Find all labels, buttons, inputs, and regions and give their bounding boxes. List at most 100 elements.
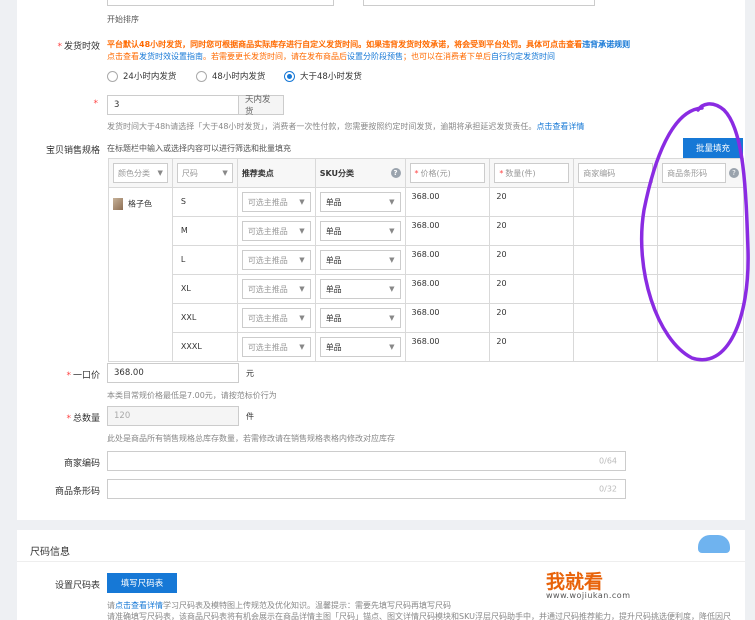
- qty-cell[interactable]: 20: [489, 216, 575, 246]
- qty-cell[interactable]: 20: [489, 332, 575, 362]
- selling-point-select[interactable]: 可选主推品 ▼: [241, 250, 311, 270]
- col-size: 尺码 ▼: [171, 158, 238, 188]
- cloud-icon: [698, 535, 730, 553]
- size-chart-label: 设置尺码表: [54, 581, 100, 591]
- days-label: *: [93, 99, 99, 109]
- days-suffix: 天内发货: [238, 95, 284, 117]
- selling-point-select[interactable]: 可选主推品 ▼: [241, 308, 311, 328]
- custom-ship-link[interactable]: 自行约定发货时间: [491, 52, 555, 61]
- ship-guide-link[interactable]: 发货时效设置指南: [139, 52, 203, 61]
- ship-note: 发货时间大于48h请选择「大于48小时发货」，消费者一次性付款，您需要按照约定时…: [107, 122, 585, 131]
- qty-batch-input[interactable]: * 数量(件): [494, 163, 570, 183]
- price-cell[interactable]: 368.00: [404, 245, 491, 275]
- top-input-right[interactable]: [363, 0, 595, 6]
- total-label: * 总数量: [66, 414, 100, 424]
- color-cell: 格子色: [108, 187, 173, 362]
- qty-cell[interactable]: 20: [489, 245, 575, 275]
- watermark: 我就看 www.wojiukan.com: [520, 565, 720, 603]
- selling-point-select[interactable]: 可选主推品 ▼: [241, 192, 311, 212]
- chevron-down-icon: ▼: [222, 169, 228, 177]
- sku-type-select[interactable]: 单品 ▼: [319, 337, 401, 357]
- size-detail-link[interactable]: 点击查看详情: [115, 601, 163, 610]
- selling-point-cell: 可选主推品 ▼: [236, 303, 316, 333]
- chevron-down-icon: ▼: [299, 198, 305, 206]
- merchant-code-label: 商家编码: [63, 459, 100, 469]
- selling-point-cell: 可选主推品 ▼: [236, 245, 316, 275]
- radio-24h[interactable]: 24小时内发货: [107, 70, 176, 82]
- watermark-brand: 我就看: [546, 571, 604, 593]
- price-note: 本类目常规价格最低是7.00元，请按范标价行为: [107, 391, 277, 400]
- ship-label: * 发货时效: [57, 42, 100, 52]
- chevron-down-icon: ▼: [389, 227, 395, 235]
- price-cell[interactable]: 368.00: [404, 332, 491, 362]
- price-input[interactable]: 368.00: [107, 363, 239, 383]
- section-divider: [17, 561, 745, 562]
- chevron-down-icon: ▼: [389, 198, 395, 206]
- size-cell: XXL: [171, 303, 238, 333]
- size-cell: XL: [171, 274, 238, 304]
- selling-point-cell: 可选主推品 ▼: [236, 216, 316, 246]
- size-cell: L: [171, 245, 238, 275]
- chevron-down-icon: ▼: [157, 169, 163, 177]
- selling-point-select[interactable]: 可选主推品 ▼: [241, 279, 311, 299]
- size-cell: S: [171, 187, 238, 217]
- total-unit: 件: [246, 412, 254, 421]
- sku-type-cell: 单品 ▼: [314, 303, 406, 333]
- qty-cell[interactable]: 20: [489, 187, 575, 217]
- presale-link[interactable]: 设置分阶段预售: [347, 52, 403, 61]
- sku-type-select[interactable]: 单品 ▼: [319, 308, 401, 328]
- total-input: 120: [107, 406, 239, 426]
- radio-gt48h[interactable]: 大于48小时发货: [284, 70, 362, 82]
- sku-type-select[interactable]: 单品 ▼: [319, 250, 401, 270]
- sku-type-select[interactable]: 单品 ▼: [319, 221, 401, 241]
- col-sku-type: SKU分类?: [314, 158, 406, 188]
- size-cell: M: [171, 216, 238, 246]
- qty-cell[interactable]: 20: [489, 274, 575, 304]
- qty-cell[interactable]: 20: [489, 303, 575, 333]
- merchant-code-input[interactable]: 0/64: [107, 451, 626, 471]
- selling-point-cell: 可选主推品 ▼: [236, 187, 316, 217]
- watermark-url: www.wojiukan.com: [546, 591, 631, 600]
- selling-point-cell: 可选主推品 ▼: [236, 274, 316, 304]
- price-cell[interactable]: 368.00: [404, 216, 491, 246]
- sku-type-cell: 单品 ▼: [314, 187, 406, 217]
- radio-dot-selected: [284, 70, 295, 82]
- chevron-down-icon: ▼: [389, 343, 395, 351]
- violation-rule-link[interactable]: 违背承诺规则: [582, 40, 630, 49]
- chevron-down-icon: ▼: [299, 285, 305, 293]
- sku-type-select[interactable]: 单品 ▼: [319, 279, 401, 299]
- color-filter[interactable]: 颜色分类 ▼: [113, 163, 168, 183]
- size-filter[interactable]: 尺码 ▼: [176, 163, 233, 183]
- sku-type-cell: 单品 ▼: [314, 245, 406, 275]
- selling-point-select[interactable]: 可选主推品 ▼: [241, 221, 311, 241]
- help-icon[interactable]: ?: [390, 168, 401, 178]
- selling-point-select[interactable]: 可选主推品 ▼: [241, 337, 311, 357]
- color-swatch-image: [113, 198, 123, 210]
- sku-type-select[interactable]: 单品 ▼: [319, 192, 401, 212]
- price-cell[interactable]: 368.00: [404, 187, 491, 217]
- size-note-1: 请点击查看详情学习尺码表及模特图上传规范及优化知识。温馨提示：需要先填写尺码再填…: [107, 601, 451, 610]
- price-unit: 元: [246, 369, 254, 378]
- sku-hint: 在标题栏中输入或选择内容可以进行筛选和批量填充: [107, 144, 291, 153]
- chevron-down-icon: ▼: [299, 314, 305, 322]
- sku-type-cell: 单品 ▼: [314, 216, 406, 246]
- total-note: 此处是商品所有销售规格总库存数量，若需修改请在销售规格表格内修改对应库存: [107, 434, 395, 443]
- fill-size-chart-button[interactable]: 填写尺码表: [107, 573, 177, 593]
- merchant-code-counter: 0/64: [599, 456, 617, 466]
- chevron-down-icon: ▼: [389, 314, 395, 322]
- radio-48h[interactable]: 48小时内发货: [196, 70, 265, 82]
- sku-type-cell: 单品 ▼: [314, 274, 406, 304]
- ship-days-input[interactable]: 3: [107, 95, 239, 115]
- size-section-title: 尺码信息: [30, 547, 70, 558]
- sort-start-text: 开始排序: [107, 15, 139, 24]
- top-input-left[interactable]: [107, 0, 334, 6]
- chevron-down-icon: ▼: [389, 256, 395, 264]
- sku-type-cell: 单品 ▼: [314, 332, 406, 362]
- ship-detail-link[interactable]: 点击查看详情: [536, 122, 584, 131]
- sku-label: 宝贝销售规格: [45, 146, 100, 156]
- price-cell[interactable]: 368.00: [404, 274, 491, 304]
- size-note-2: 请准确填写尺码表，该商品尺码表将有机会展示在商品详情主图「尺码」锚点、图文详情尺…: [107, 612, 731, 620]
- barcode-input[interactable]: 0/32: [107, 479, 626, 499]
- price-cell[interactable]: 368.00: [404, 303, 491, 333]
- price-batch-input[interactable]: * 价格(元): [409, 163, 486, 183]
